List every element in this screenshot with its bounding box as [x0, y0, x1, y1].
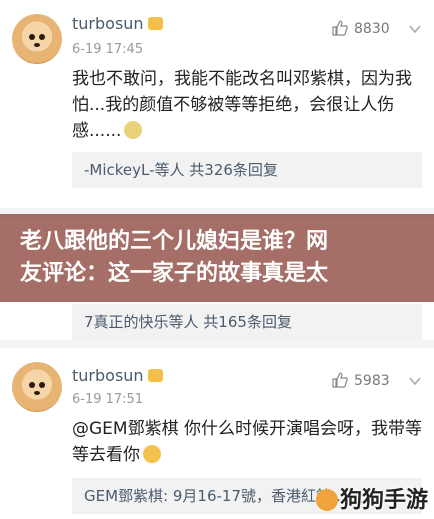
article-title-banner[interactable]: 老八跟他的三个儿媳妇是谁？网 友评论：这一家子的故事真是太 — [0, 214, 434, 302]
reply-summary[interactable]: 7真正的快乐等人 共165条回复 — [72, 304, 422, 340]
verified-badge-icon — [147, 369, 163, 382]
comment-body: 我也不敢问，我能不能改名叫邓紫棋，因为我怕...我的颜值不够被等等拒绝，会很让人… — [72, 69, 412, 141]
username[interactable]: turbosun — [72, 14, 163, 33]
comment-item: turbosun 6-19 17:45 8830 我也不敢问，我能不能改名叫邓紫… — [0, 0, 434, 208]
article-title: 老八跟他的三个儿媳妇是谁？网 友评论：这一家子的故事真是太 — [20, 229, 329, 286]
verified-badge-icon — [147, 17, 163, 30]
chevron-down-icon[interactable] — [406, 372, 424, 390]
emoji-icon — [143, 445, 161, 463]
comment-time: 6-19 17:45 — [72, 42, 144, 57]
username[interactable]: turbosun — [72, 366, 163, 385]
comment-time: 6-19 17:51 — [72, 392, 144, 407]
thumbs-up-icon — [332, 372, 348, 388]
watermark: 狗狗手游 — [316, 482, 432, 518]
avatar[interactable] — [12, 362, 62, 412]
comment-body: @GEM鄧紫棋 你什么时候开演唱会呀，我带等等去看你 — [72, 419, 422, 465]
like-count: 8830 — [354, 21, 390, 37]
thumbs-up-icon — [332, 20, 348, 36]
watermark-logo-icon — [316, 489, 338, 511]
like-count: 5983 — [354, 373, 390, 389]
reply-summary[interactable]: -MickeyL-等人 共326条回复 — [72, 152, 422, 188]
emoji-icon — [124, 121, 143, 139]
avatar[interactable] — [12, 14, 62, 64]
like-button[interactable]: 8830 — [332, 20, 390, 37]
chevron-down-icon[interactable] — [406, 20, 424, 38]
like-button[interactable]: 5983 — [332, 372, 390, 389]
